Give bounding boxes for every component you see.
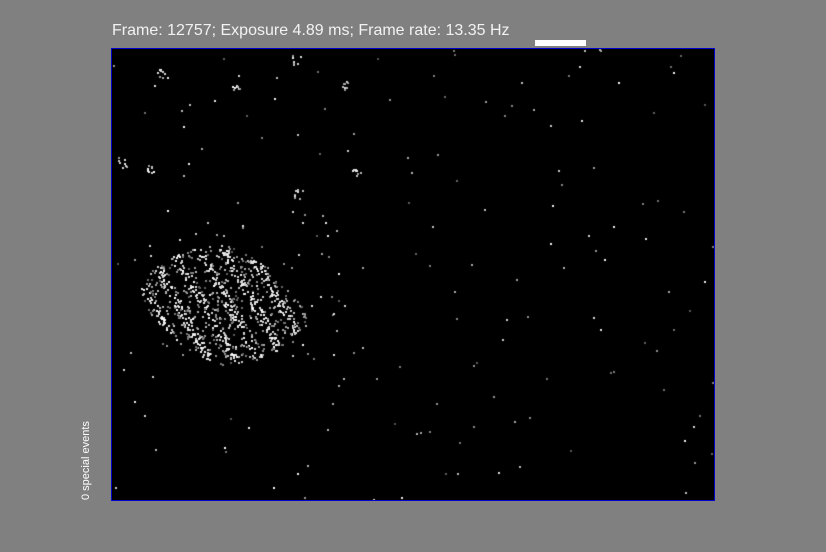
frame-status-text: Frame: 12757; Exposure 4.89 ms; Frame ra… <box>112 22 510 39</box>
camera-event-viewer: Frame: 12757; Exposure 4.89 ms; Frame ra… <box>0 0 826 552</box>
frame-progress-indicator <box>535 40 586 46</box>
event-image-canvas <box>112 49 714 500</box>
event-camera-viewport[interactable] <box>111 48 715 501</box>
special-events-counter: 0 special events <box>80 421 92 500</box>
